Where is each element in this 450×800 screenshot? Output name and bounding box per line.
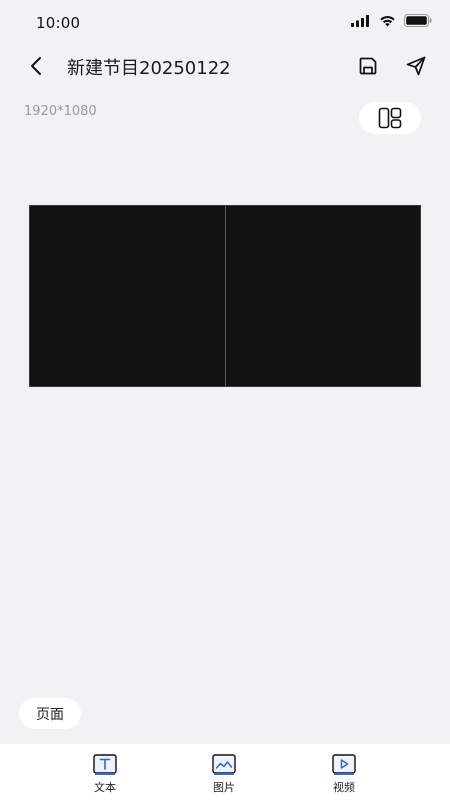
video-icon [332, 754, 356, 775]
send-icon [406, 56, 426, 76]
bottom-toolbar: 文本 图片 视频 [0, 744, 450, 800]
layout-icon [378, 107, 402, 129]
video-tool-button[interactable]: 视频 [314, 754, 374, 795]
text-tool-button[interactable]: 文本 [75, 754, 135, 795]
layout-button[interactable] [359, 102, 421, 134]
signal-icon [351, 14, 369, 27]
battery-icon [404, 14, 432, 27]
image-icon [212, 754, 236, 775]
page-title: 新建节目20250122 [67, 58, 231, 79]
canvas-region-right[interactable] [224, 206, 421, 386]
wifi-icon [380, 15, 395, 26]
status-icons [351, 14, 432, 27]
image-tool-button[interactable]: 图片 [194, 754, 254, 795]
program-canvas[interactable] [29, 205, 421, 387]
resolution-label: 1920*1080 [24, 104, 97, 119]
status-time: 10:00 [36, 14, 81, 32]
header: 新建节目20250122 [0, 44, 450, 88]
save-icon [359, 57, 377, 75]
status-bar: 10:00 [0, 0, 450, 44]
send-button[interactable] [402, 52, 430, 80]
back-button[interactable] [22, 52, 50, 80]
chevron-left-icon [31, 57, 41, 75]
page-button[interactable]: 页面 [19, 698, 81, 729]
save-button[interactable] [354, 52, 382, 80]
text-icon [93, 754, 117, 775]
canvas-region-left[interactable] [30, 206, 225, 386]
text-tool-label: 文本 [94, 781, 116, 794]
video-tool-label: 视频 [333, 781, 355, 794]
image-tool-label: 图片 [213, 781, 235, 794]
